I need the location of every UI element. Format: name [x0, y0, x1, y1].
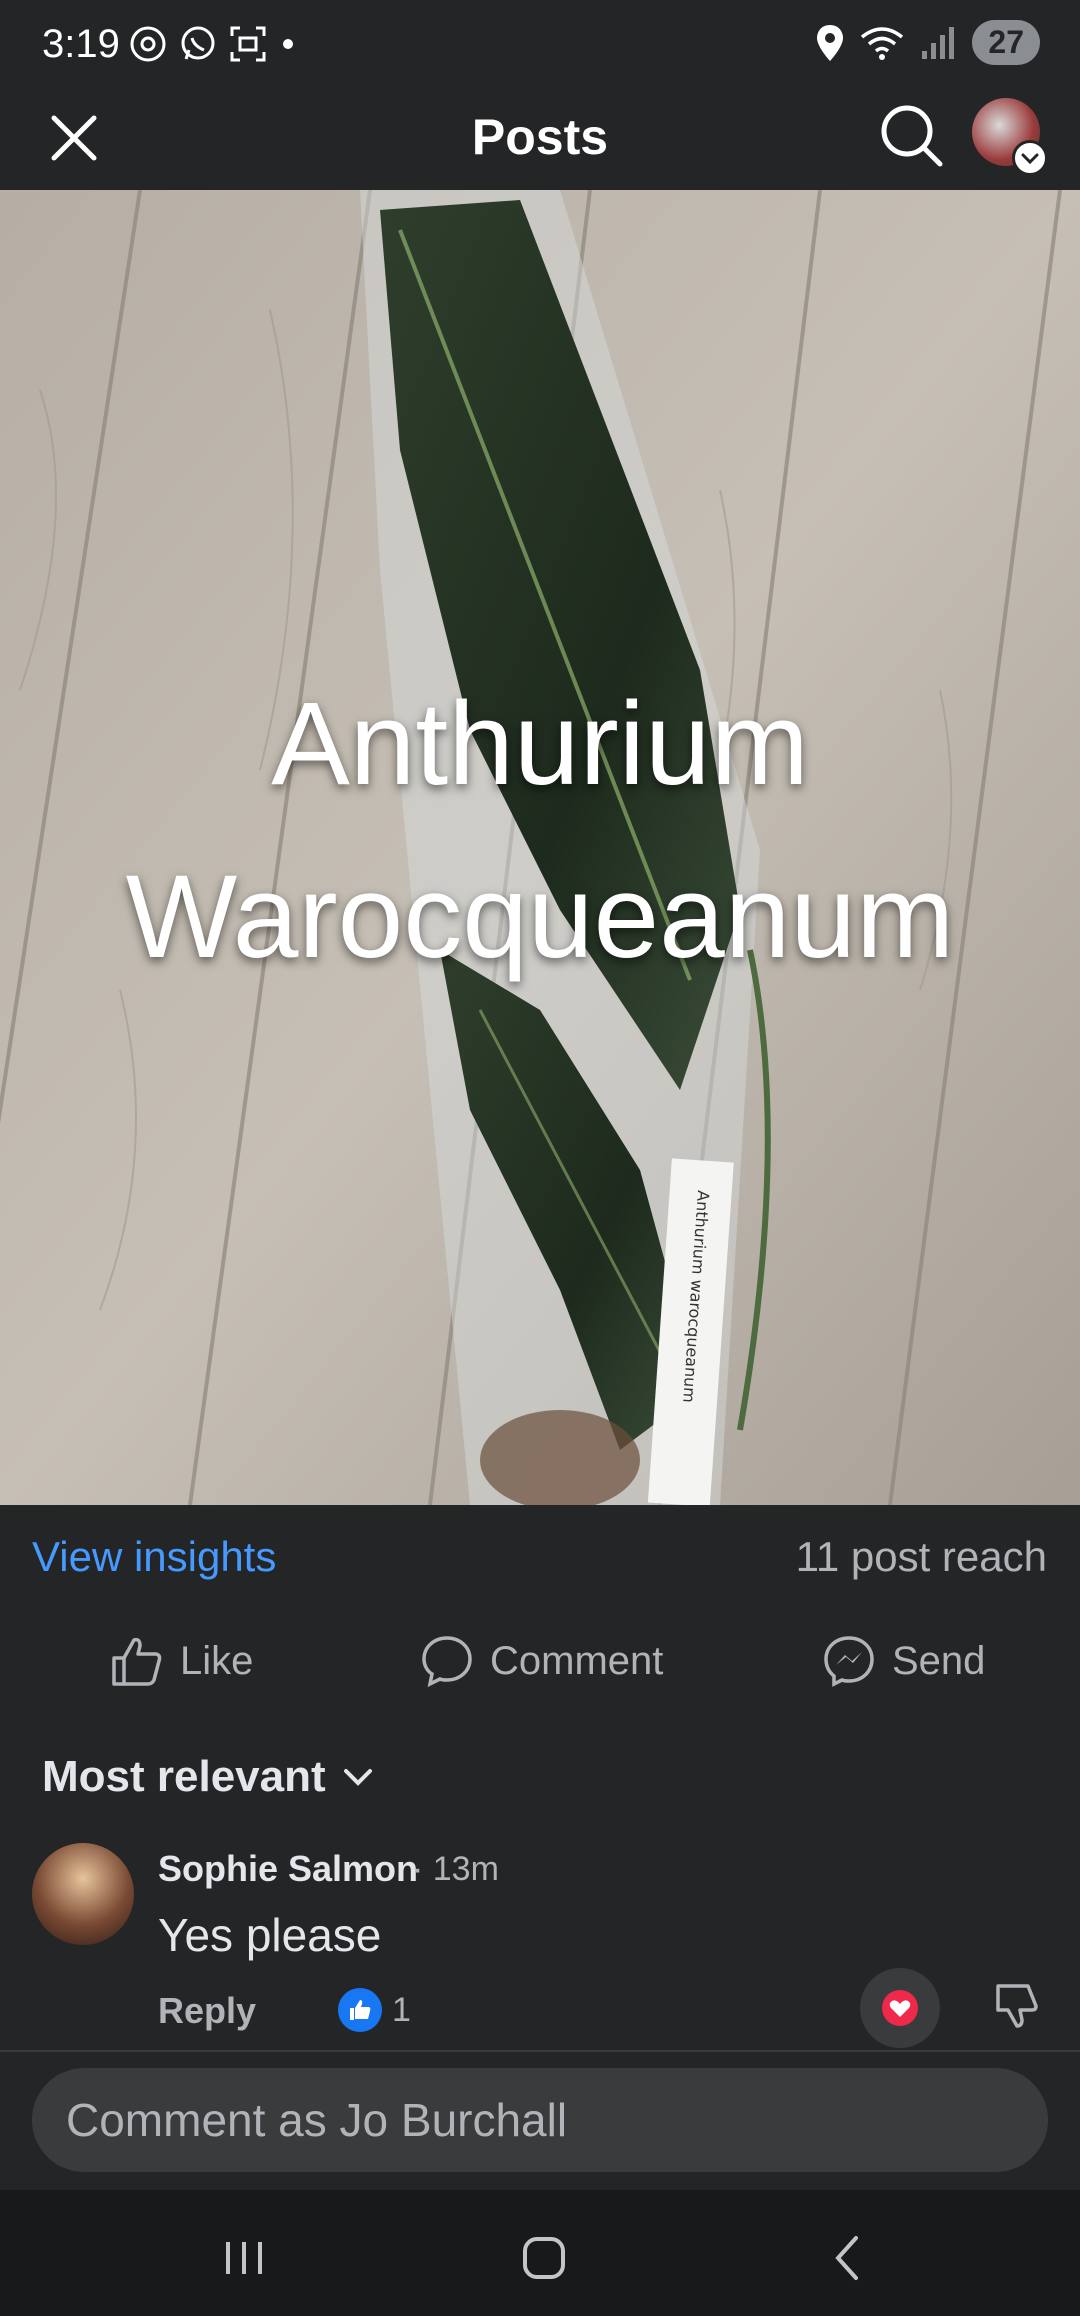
- post-reach-count: 11 post reach: [795, 1533, 1047, 1580]
- profile-avatar-button[interactable]: [972, 98, 1048, 176]
- overlay-title-line2: Warocqueanum: [125, 851, 955, 983]
- account-switcher-badge: [1012, 140, 1048, 176]
- comment-button[interactable]: Comment: [420, 1634, 663, 1688]
- system-nav-bar: [0, 2190, 1080, 2316]
- status-bar: 3:19 27: [0, 0, 1080, 90]
- post-image[interactable]: Anthurium warocqueanum Anthurium Warocqu…: [0, 190, 1080, 1505]
- comment-reaction-count[interactable]: 1: [338, 1988, 411, 2032]
- recents-icon: [226, 2242, 262, 2274]
- status-right: 27: [814, 20, 1040, 65]
- comment-item: Sophie Salmon · 13m Yes please Reply 1: [0, 1840, 1080, 2050]
- app-header: Posts: [0, 90, 1080, 190]
- thumbs-up-icon: [112, 1637, 162, 1686]
- signal-icon: [922, 26, 955, 59]
- insights-row: View insights 11 post reach: [0, 1505, 1080, 1605]
- chevron-down-icon: [343, 1769, 372, 1786]
- thumbs-down-icon: [996, 1984, 1038, 2028]
- comment-composer: Comment as Jo Burchall: [0, 2052, 1080, 2190]
- back-icon: [835, 2236, 858, 2280]
- dot-icon: [283, 39, 293, 49]
- comment-sort-dropdown[interactable]: Most relevant: [42, 1752, 376, 1802]
- like-button[interactable]: Like: [110, 1634, 253, 1688]
- messenger-icon: [824, 1636, 874, 1687]
- love-react-button[interactable]: [860, 1968, 940, 2048]
- comment-label: Comment: [490, 1638, 664, 1683]
- view-insights-link[interactable]: View insights: [32, 1533, 276, 1581]
- comment-text: Yes please: [158, 1909, 382, 1961]
- battery-indicator: 27: [972, 20, 1040, 65]
- like-label: Like: [180, 1638, 254, 1683]
- screenshot-icon: [230, 26, 266, 62]
- comment-like-count: 1: [392, 1990, 411, 2029]
- sort-label: Most relevant: [42, 1752, 326, 1801]
- comment-bubble-icon: [422, 1636, 472, 1688]
- overlay-title-line1: Anthurium: [271, 678, 809, 810]
- send-label: Send: [892, 1638, 986, 1683]
- plant-photo: Anthurium warocqueanum: [0, 190, 1080, 1505]
- heart-icon: [882, 1990, 918, 2026]
- search-icon: [881, 105, 943, 167]
- like-reaction-icon: [338, 1988, 382, 2032]
- recent-apps-button[interactable]: [214, 2228, 274, 2288]
- home-button[interactable]: [514, 2228, 574, 2288]
- status-left-icons: [128, 24, 298, 64]
- home-icon: [523, 2237, 565, 2279]
- chevron-down-icon: [1021, 153, 1039, 165]
- whatsapp-icon: [181, 26, 215, 60]
- comment-input[interactable]: Comment as Jo Burchall: [32, 2068, 1048, 2172]
- post-actions: Like Comment Send: [0, 1620, 1080, 1710]
- comment-author[interactable]: Sophie Salmon: [158, 1848, 418, 1890]
- send-button[interactable]: Send: [822, 1634, 985, 1688]
- comment-time: · 13m: [412, 1850, 499, 1888]
- status-time: 3:19: [42, 22, 120, 66]
- wifi-icon: [861, 26, 904, 60]
- commenter-avatar[interactable]: [32, 1843, 134, 1945]
- location-icon: [817, 24, 844, 61]
- search-button[interactable]: [876, 100, 946, 170]
- threads-icon: [130, 26, 166, 62]
- back-button[interactable]: [818, 2228, 878, 2288]
- reply-button[interactable]: Reply: [158, 1990, 256, 2032]
- downvote-button[interactable]: [992, 1980, 1042, 2030]
